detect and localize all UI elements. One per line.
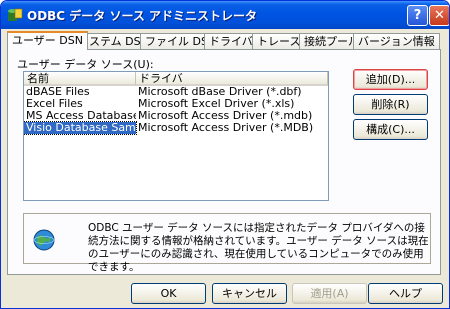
window-title: ODBC データ ソース アドミニストレータ <box>27 9 258 23</box>
globe-database-icon <box>33 229 55 251</box>
tab-user-dsn[interactable]: ユーザー DSN <box>7 31 88 50</box>
add-button[interactable]: 追加(D)... <box>353 69 428 90</box>
odbc-app-icon <box>8 8 23 21</box>
help-icon: ? <box>413 8 422 23</box>
data-source-driver: Microsoft Excel Driver (*.xls) <box>138 98 295 110</box>
help-title-button[interactable]: ? <box>407 5 428 26</box>
help-button[interactable]: ヘルプ <box>368 283 443 304</box>
configure-button[interactable]: 構成(C)... <box>353 119 428 140</box>
close-title-button[interactable]: ✕ <box>429 5 449 26</box>
data-source-name: MS Access Database <box>26 110 136 122</box>
tab-trace[interactable]: トレース <box>252 33 306 49</box>
list-item[interactable]: dBASE Files Microsoft dBase Driver (*.db… <box>24 86 328 98</box>
list-item-selected[interactable]: Visio Database Samples Microsoft Access … <box>24 121 328 135</box>
list-item[interactable]: Excel Files Microsoft Excel Driver (*.xl… <box>24 98 328 110</box>
apply-button[interactable]: 適用(A) <box>292 283 367 304</box>
title-bar[interactable]: ODBC データ ソース アドミニストレータ ? ✕ <box>1 1 449 29</box>
data-source-driver: Microsoft dBase Driver (*.dbf) <box>138 86 302 98</box>
info-description: ODBC ユーザー データ ソースには指定されたデータ プロバイダへの接続方法に… <box>88 222 429 273</box>
list-item[interactable]: MS Access Database Microsoft Access Driv… <box>24 110 328 122</box>
data-source-name: Visio Database Samples <box>24 121 137 135</box>
data-source-name: Excel Files <box>26 98 83 110</box>
tab-version-info[interactable]: バージョン情報 <box>353 33 440 49</box>
column-header-name[interactable]: 名前 <box>24 72 136 86</box>
data-source-driver: Microsoft Access Driver (*.mdb) <box>138 110 313 122</box>
info-box: ODBC ユーザー データ ソースには指定されたデータ プロバイダへの接続方法に… <box>23 213 431 273</box>
tab-drivers[interactable]: ドライバ <box>204 33 258 49</box>
data-source-name: dBASE Files <box>26 86 90 98</box>
data-source-driver: Microsoft Access Driver (*.MDB) <box>138 122 314 134</box>
user-data-sources-label: ユーザー データ ソース(U): <box>17 58 154 71</box>
cancel-button[interactable]: キャンセル <box>212 283 287 304</box>
remove-button[interactable]: 削除(R) <box>353 94 428 115</box>
column-header-driver[interactable]: ドライバ <box>136 72 328 86</box>
data-source-list[interactable]: 名前 ドライバ dBASE Files Microsoft dBase Driv… <box>23 71 329 201</box>
ok-button[interactable]: OK <box>131 283 206 304</box>
odbc-dialog-window: ODBC データ ソース アドミニストレータ ? ✕ ユーザー DSN システム… <box>0 0 450 309</box>
close-icon: ✕ <box>434 8 445 23</box>
